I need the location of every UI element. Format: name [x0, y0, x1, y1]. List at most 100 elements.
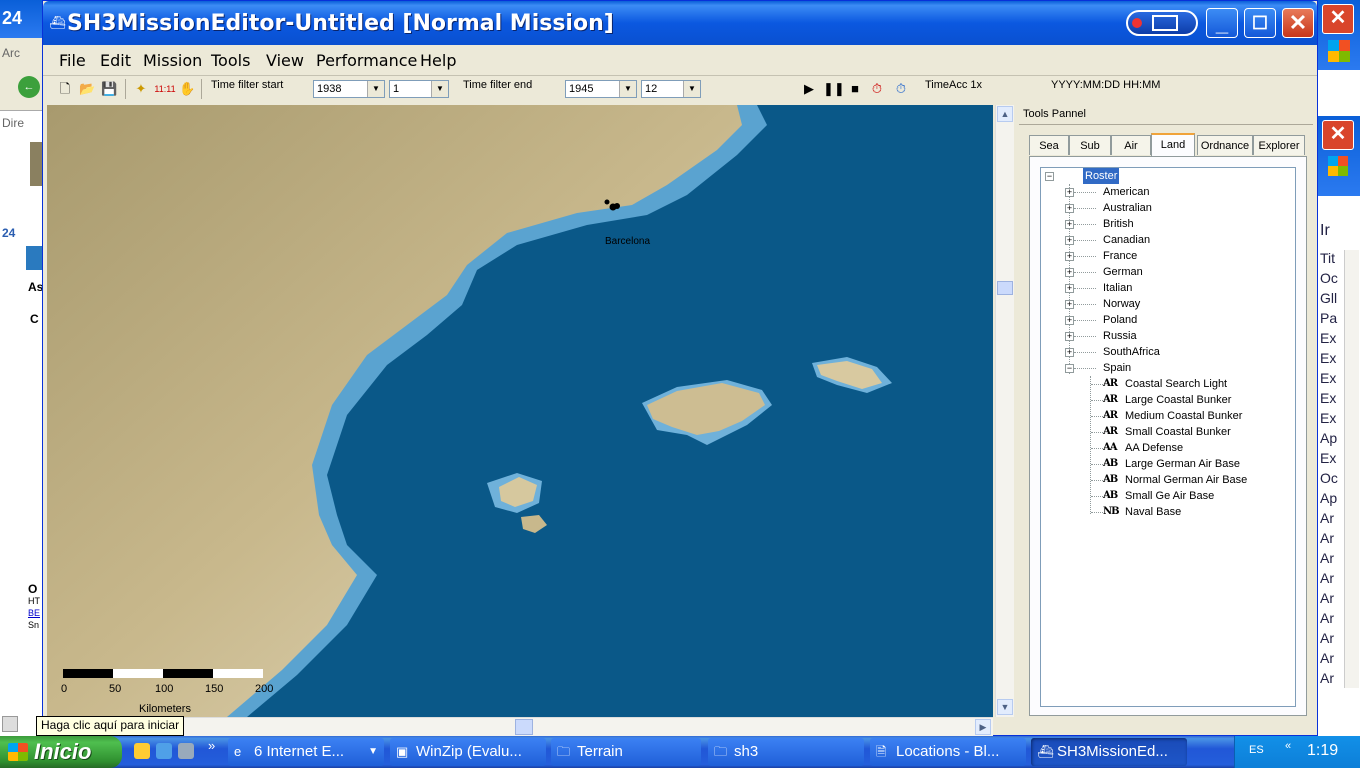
tree-item-unit[interactable]: Medium Coastal Bunker	[1125, 408, 1242, 424]
save-icon[interactable]: 💾	[101, 81, 117, 97]
expand-icon[interactable]: +	[1065, 188, 1074, 197]
close-icon[interactable]: ✕	[1322, 4, 1354, 34]
start-button[interactable]: Inicio	[0, 736, 122, 768]
expand-icon[interactable]: +	[1065, 204, 1074, 213]
menu-mission[interactable]: Mission	[143, 51, 202, 70]
tree-item-unit[interactable]: Small Ge Air Base	[1125, 488, 1214, 504]
scroll-up-icon[interactable]: ▲	[997, 106, 1013, 122]
tree-item-country[interactable]: Australian	[1103, 200, 1152, 216]
expand-icon[interactable]: +	[1065, 348, 1074, 357]
tree-item-country[interactable]: Spain	[1103, 360, 1131, 376]
new-file-icon[interactable]: 🗋	[57, 81, 73, 97]
timer-increase-icon[interactable]: ⏱	[869, 81, 885, 97]
time-icon[interactable]: 11:11	[153, 81, 177, 97]
task-internet-explorer[interactable]: e 6 Internet E... ▼	[228, 738, 384, 766]
tree-item-unit[interactable]: AA Defense	[1125, 440, 1183, 456]
quicklaunch-icon[interactable]	[134, 743, 150, 759]
task-locations[interactable]: 🗎 Locations - Bl...	[870, 738, 1026, 766]
expand-icon[interactable]: +	[1065, 300, 1074, 309]
tree-item-country[interactable]: German	[1103, 264, 1143, 280]
tree-item-unit[interactable]: Naval Base	[1125, 504, 1181, 520]
tray-arrow-icon[interactable]: «	[1285, 740, 1291, 752]
tree-root-roster[interactable]: Roster	[1083, 168, 1120, 184]
waypoint-icon[interactable]: ✦	[133, 81, 149, 97]
tree-item-unit[interactable]: Coastal Search Light	[1125, 376, 1227, 392]
map-terrain[interactable]	[47, 105, 993, 717]
menu-help[interactable]: Help	[420, 51, 456, 70]
language-indicator[interactable]: ES	[1249, 744, 1264, 756]
tab-ordnance[interactable]: Ordnance	[1197, 135, 1253, 155]
tab-air[interactable]: Air	[1111, 135, 1151, 155]
pause-icon[interactable]: ❚❚	[823, 81, 845, 97]
task-terrain-folder[interactable]: 🗀 Terrain	[551, 738, 701, 766]
tree-item-unit[interactable]: Normal German Air Base	[1125, 472, 1247, 488]
chevron-down-icon[interactable]: ▼	[683, 81, 700, 97]
unit-marker[interactable]	[604, 199, 610, 205]
tree-item-unit[interactable]: Large German Air Base	[1125, 456, 1240, 472]
tree-item-country[interactable]: SouthAfrica	[1103, 344, 1160, 360]
stop-icon[interactable]: ■	[847, 81, 863, 97]
expand-icon[interactable]: +	[1065, 268, 1074, 277]
clock[interactable]: 1:19	[1307, 742, 1338, 760]
hand-icon[interactable]: ✋	[179, 81, 195, 97]
tree-item-country[interactable]: France	[1103, 248, 1137, 264]
expand-icon[interactable]: +	[1065, 284, 1074, 293]
task-sh3-folder[interactable]: 🗀 sh3	[708, 738, 864, 766]
tree-item-country[interactable]: Poland	[1103, 312, 1137, 328]
tree-item-country[interactable]: British	[1103, 216, 1134, 232]
start-year-select[interactable]: 1938 ▼	[313, 80, 385, 98]
map-vertical-scrollbar[interactable]: ▲ ▼	[995, 105, 1014, 717]
expand-icon[interactable]: +	[1065, 236, 1074, 245]
task-sh3missioneditor[interactable]: ⛴ SH3MissionEd...	[1031, 738, 1187, 766]
menu-edit[interactable]: Edit	[100, 51, 131, 70]
chevron-down-icon[interactable]: ▼	[367, 81, 384, 97]
collapse-icon[interactable]: −	[1065, 364, 1074, 373]
minimize-button[interactable]: _	[1206, 8, 1238, 38]
tab-sub[interactable]: Sub	[1069, 135, 1111, 155]
tree-item-unit[interactable]: Large Coastal Bunker	[1125, 392, 1231, 408]
quicklaunch-icon[interactable]	[156, 743, 172, 759]
unit-marker[interactable]	[614, 203, 620, 209]
quicklaunch-icon[interactable]	[178, 743, 194, 759]
tree-item-country[interactable]: American	[1103, 184, 1149, 200]
tree-item-country[interactable]: Norway	[1103, 296, 1140, 312]
expand-icon[interactable]: +	[1065, 252, 1074, 261]
menu-tools[interactable]: Tools	[211, 51, 250, 70]
task-winzip[interactable]: ▣ WinZip (Evalu...	[390, 738, 546, 766]
close-icon[interactable]: ✕	[1322, 120, 1354, 150]
background-scrollbar[interactable]	[1344, 250, 1359, 688]
scroll-down-icon[interactable]: ▼	[997, 699, 1013, 715]
map-horizontal-scrollbar[interactable]: ◀ ▶	[47, 717, 993, 736]
tab-sea[interactable]: Sea	[1029, 135, 1069, 155]
scroll-right-icon[interactable]: ▶	[975, 719, 991, 735]
maximize-button[interactable]: ☐	[1244, 8, 1276, 38]
scroll-thumb[interactable]	[515, 719, 533, 735]
expand-icon[interactable]: +	[1065, 332, 1074, 341]
map-view[interactable]: Barcelona 0 50 100 150 200 Kilometers	[47, 105, 993, 717]
tree-item-country[interactable]: Italian	[1103, 280, 1132, 296]
scroll-thumb[interactable]	[997, 281, 1013, 295]
window-extra-button[interactable]	[1126, 10, 1198, 36]
roster-tree[interactable]: − Roster + American + Australian + Briti…	[1040, 167, 1296, 707]
tree-item-country[interactable]: Canadian	[1103, 232, 1150, 248]
tab-land[interactable]: Land	[1151, 133, 1195, 156]
open-folder-icon[interactable]: 📂	[79, 81, 95, 97]
expand-icon[interactable]: +	[1065, 220, 1074, 229]
tab-explorer[interactable]: Explorer	[1253, 135, 1305, 155]
start-month-select[interactable]: 1 ▼	[389, 80, 449, 98]
expand-icon[interactable]: +	[1065, 316, 1074, 325]
chevron-down-icon[interactable]: ▼	[619, 81, 636, 97]
quicklaunch-more[interactable]: »	[208, 738, 215, 753]
chevron-down-icon[interactable]: ▼	[431, 81, 448, 97]
end-month-select[interactable]: 12 ▼	[641, 80, 701, 98]
play-icon[interactable]: ▶	[801, 81, 817, 97]
end-year-select[interactable]: 1945 ▼	[565, 80, 637, 98]
tree-item-unit[interactable]: Small Coastal Bunker	[1125, 424, 1231, 440]
tree-item-country[interactable]: Russia	[1103, 328, 1137, 344]
close-button[interactable]: ✕	[1282, 8, 1314, 38]
menu-file[interactable]: File	[59, 51, 86, 70]
title-bar[interactable]: ⛴ SH3MissionEditor-Untitled [Normal Miss…	[43, 1, 1317, 45]
timer-decrease-icon[interactable]: ⏱	[893, 81, 909, 97]
menu-performance[interactable]: Performance	[316, 51, 417, 70]
collapse-icon[interactable]: −	[1045, 172, 1054, 181]
